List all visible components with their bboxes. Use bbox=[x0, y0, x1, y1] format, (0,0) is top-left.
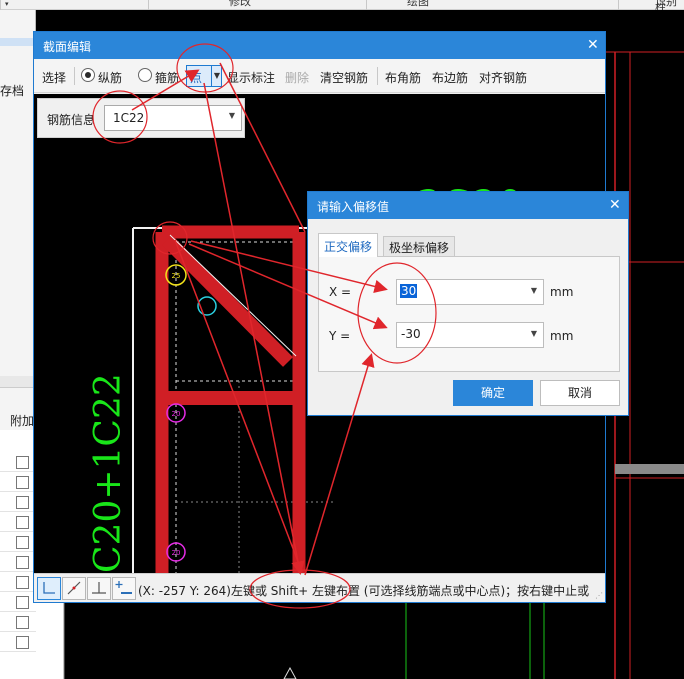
show-label-button[interactable]: 显示标注 bbox=[227, 69, 275, 86]
snap-orthogonal-button[interactable] bbox=[37, 577, 61, 600]
chevron-down-icon: ▼ bbox=[228, 111, 235, 120]
chevron-down-icon[interactable]: ▼ bbox=[531, 286, 537, 295]
toolbar-divider bbox=[377, 67, 378, 85]
section-editor-statusbar: (X: -257 Y: 264)左键或 Shift+ 左键布置 (可选择线筋端点… bbox=[34, 573, 605, 602]
offset-input-dialog: 请输入偏移值 ✕ 正交偏移 极坐标偏移 X = 30 ▼ mm Y = -30 … bbox=[307, 191, 629, 416]
rebar-info-value: 1C22 bbox=[113, 111, 145, 125]
close-icon[interactable]: ✕ bbox=[587, 38, 599, 52]
x-offset-input[interactable]: 30 ▼ bbox=[396, 279, 544, 305]
corner-bar-button[interactable]: 布角筋 bbox=[385, 69, 421, 86]
side-rebar-annotation: C20+1C22 bbox=[88, 373, 129, 573]
y-offset-value: -30 bbox=[401, 327, 421, 341]
edge-bar-button[interactable]: 布边筋 bbox=[432, 69, 468, 86]
section-editor-titlebar[interactable]: 截面编辑 ✕ bbox=[34, 32, 605, 59]
rebar-info-label: 钢筋信息 bbox=[47, 113, 96, 127]
close-icon[interactable]: ✕ bbox=[609, 198, 621, 212]
rebar-info-panel: 钢筋信息 1C22 ▼ bbox=[37, 98, 245, 138]
y-field-label: Y = bbox=[329, 329, 351, 343]
point-mode-dropdown[interactable]: 点 ▼ bbox=[186, 65, 222, 87]
clear-rebar-button[interactable]: 清空钢筋 bbox=[320, 69, 368, 86]
cancel-button[interactable]: 取消 bbox=[540, 380, 620, 406]
rebar-mark-side-1: 20 bbox=[172, 410, 181, 418]
offset-dialog-title: 请输入偏移值 bbox=[317, 200, 390, 214]
chevron-down-icon[interactable]: ▼ bbox=[211, 66, 222, 86]
tab-polar-offset[interactable]: 极坐标偏移 bbox=[383, 236, 456, 256]
rebar-info-select[interactable]: 1C22 ▼ bbox=[104, 105, 242, 131]
rebar-mark-side-2: 20 bbox=[172, 549, 181, 557]
select-tool-button[interactable]: 选择 bbox=[42, 69, 66, 86]
stirrup-radio[interactable] bbox=[138, 68, 152, 82]
x-offset-value: 30 bbox=[400, 284, 418, 298]
snap-line-button[interactable] bbox=[62, 577, 86, 600]
delete-button[interactable]: 删除 bbox=[285, 69, 309, 86]
snap-perpendicular-button[interactable] bbox=[87, 577, 111, 600]
point-mode-label: 点 bbox=[190, 71, 203, 85]
x-unit-label: mm bbox=[550, 285, 574, 299]
chevron-down-icon[interactable]: ▼ bbox=[531, 329, 537, 338]
section-editor-title: 截面编辑 bbox=[43, 40, 92, 54]
stirrup-radio-label[interactable]: 箍筋 bbox=[155, 69, 179, 86]
section-editor-toolbar: 选择 纵筋 箍筋 点 ▼ 显示标注 删除 清空钢筋 布角筋 布边筋 对齐钢筋 bbox=[34, 59, 605, 93]
y-offset-input[interactable]: -30 ▼ bbox=[396, 322, 544, 348]
ok-button[interactable]: 确定 bbox=[453, 380, 533, 406]
y-unit-label: mm bbox=[550, 329, 574, 343]
status-hint-text: (X: -257 Y: 264)左键或 Shift+ 左键布置 (可选择线筋端点… bbox=[138, 584, 590, 598]
offset-dialog-titlebar[interactable]: 请输入偏移值 ✕ bbox=[308, 192, 628, 219]
line-snap-icon bbox=[67, 581, 81, 595]
align-bar-button[interactable]: 对齐钢筋 bbox=[479, 69, 527, 86]
rebar-mark-corner: 25 bbox=[172, 272, 181, 280]
longitudinal-radio[interactable] bbox=[81, 68, 95, 82]
ortho-snap-icon bbox=[43, 582, 55, 594]
offset-tab-panel: X = 30 ▼ mm Y = -30 ▼ mm bbox=[318, 256, 620, 372]
tab-orthogonal-offset[interactable]: 正交偏移 bbox=[318, 233, 379, 257]
longitudinal-radio-label[interactable]: 纵筋 bbox=[98, 69, 122, 86]
perpendicular-snap-icon bbox=[92, 582, 106, 594]
resize-grip-icon[interactable]: ⋰ bbox=[595, 591, 603, 600]
snap-add-button[interactable] bbox=[112, 577, 136, 600]
add-snap-icon bbox=[115, 581, 132, 594]
toolbar-divider bbox=[74, 67, 75, 85]
x-field-label: X = bbox=[329, 285, 352, 299]
